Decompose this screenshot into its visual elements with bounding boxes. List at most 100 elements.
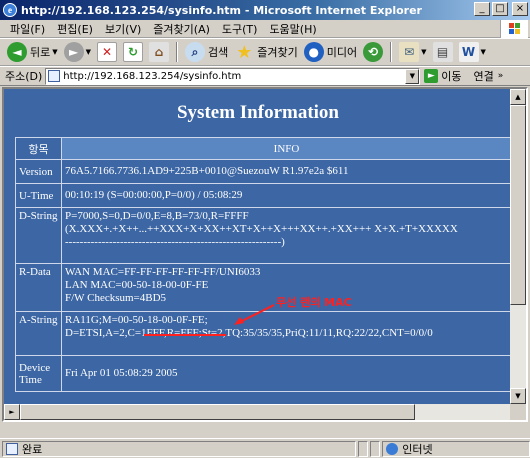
row-value: RA11G;M=00-50-18-00-0F-FE; D=ETSI,A=2,C=… xyxy=(61,311,512,356)
horizontal-scrollbar[interactable]: ◄ ► xyxy=(4,404,510,420)
print-icon: ▤ xyxy=(432,42,453,62)
row-value: Fri Apr 01 05:08:29 2005 xyxy=(61,355,512,392)
search-button[interactable]: ⌕ 검색 xyxy=(182,40,231,64)
scroll-up-icon[interactable]: ▲ xyxy=(510,89,526,105)
forward-dropdown-icon[interactable]: ▼ xyxy=(86,48,91,56)
page-title: System Information xyxy=(176,102,340,123)
minimize-button[interactable]: _ xyxy=(474,2,490,16)
refresh-toolbar-button[interactable]: ↻ xyxy=(120,40,146,64)
go-arrow-icon: ► xyxy=(424,69,439,83)
value-line: ----------------------------------------… xyxy=(65,236,285,248)
home-icon: ⌂ xyxy=(149,42,170,62)
forward-button[interactable]: ► ▼ xyxy=(61,40,94,64)
go-label: 이동 xyxy=(441,70,462,83)
vertical-scroll-thumb[interactable] xyxy=(510,105,526,305)
horizontal-scroll-thumb[interactable] xyxy=(20,404,415,420)
back-dropdown-icon[interactable]: ▼ xyxy=(52,48,57,56)
menu-file[interactable]: 파일(F) xyxy=(4,21,51,37)
toolbar-separator xyxy=(390,42,393,62)
toolbar-separator xyxy=(176,42,179,62)
row-value: 00:10:19 (S=00:00:00,P=0/0) / 05:08:29 xyxy=(61,183,512,208)
status-pane xyxy=(358,440,369,457)
table-row: Device Time Fri Apr 01 05:08:29 2005 xyxy=(15,355,512,392)
menu-favorites[interactable]: 즐겨찾기(A) xyxy=(147,21,216,37)
status-bar: 완료 인터넷 xyxy=(0,438,530,458)
page-icon xyxy=(48,70,61,82)
title-bar: e http://192.168.123.254/sysinfo.htm - M… xyxy=(0,0,530,20)
links-label[interactable]: 연결 xyxy=(474,68,494,84)
annotation-arrow-icon xyxy=(234,304,275,325)
value-line: (X.XXX+.+X++...++XXX+X+XX++XT+X++X+++XX+… xyxy=(65,223,458,235)
back-label: 뒤로 xyxy=(30,46,51,59)
header-item: 항목 xyxy=(15,137,62,160)
page-body: System Information 항목 INFO Version 76A5.… xyxy=(4,89,512,420)
row-label: R-Data xyxy=(15,263,62,312)
edit-icon: W xyxy=(458,42,479,62)
menu-bar: 파일(F) 편집(E) 보기(V) 즐겨찾기(A) 도구(T) 도움말(H) xyxy=(0,20,530,38)
search-label: 검색 xyxy=(208,46,229,59)
table-row: Version 76A5.7166.7736.1AD9+225B+0010@Su… xyxy=(15,159,512,184)
zone-text: 인터넷 xyxy=(402,442,433,456)
stop-icon: ✕ xyxy=(97,42,118,62)
address-input[interactable]: http://192.168.123.254/sysinfo.htm ▼ xyxy=(45,67,421,85)
browser-viewport: System Information 항목 INFO Version 76A5.… xyxy=(2,87,528,422)
row-label: U-Time xyxy=(15,183,62,208)
star-icon: ★ xyxy=(236,41,253,63)
status-zone: 인터넷 xyxy=(382,440,530,457)
row-label: Version xyxy=(15,159,62,184)
mail-icon: ✉ xyxy=(399,42,420,62)
forward-arrow-icon: ► xyxy=(63,42,84,62)
row-value: 76A5.7166.7736.1AD9+225B+0010@SuezouW R1… xyxy=(61,159,512,184)
scroll-down-icon[interactable]: ▼ xyxy=(510,388,526,404)
refresh-icon: ↻ xyxy=(123,42,144,62)
value-line: D=ETSI,A=2,C=1FFF,R=FFF;St=2,TQ:35/35/35… xyxy=(65,327,433,339)
row-label: A-String xyxy=(15,311,62,356)
toolbar: ◄ 뒤로 ▼ ► ▼ ✕ ↻ ⌂ ⌕ 검색 ★ 즐겨찾기 ● 미디어 ⟲ ✉ ▼… xyxy=(0,38,530,66)
media-icon: ● xyxy=(303,42,324,62)
maximize-button[interactable]: □ xyxy=(492,2,508,16)
history-icon: ⟲ xyxy=(363,42,384,62)
scrollbar-corner xyxy=(510,404,526,420)
row-label: D-String xyxy=(15,207,62,264)
windows-logo-icon xyxy=(500,20,528,38)
home-button[interactable]: ⌂ xyxy=(146,40,172,64)
menu-edit[interactable]: 편집(E) xyxy=(51,21,99,37)
media-button[interactable]: ● 미디어 xyxy=(301,40,360,64)
menu-help[interactable]: 도움말(H) xyxy=(263,21,322,37)
table-row: D-String P=7000,S=0,D=0/0,E=8,B=73/0,R=F… xyxy=(15,207,512,264)
value-line: WAN MAC=FF-FF-FF-FF-FF-FF/UNI6033 xyxy=(65,266,261,278)
value-line: RA11G;M=00-50-18-00-0F-FE; xyxy=(65,314,208,326)
value-line: 00:10:19 (S=00:00:00,P=0/0) / 05:08:29 xyxy=(65,189,243,201)
row-label: Device Time xyxy=(15,355,62,392)
address-label: 주소(D) xyxy=(5,70,43,83)
back-button[interactable]: ◄ 뒤로 ▼ xyxy=(4,40,61,64)
internet-globe-icon xyxy=(386,442,399,455)
ie-logo-icon: e xyxy=(3,3,17,17)
value-line: Fri Apr 01 05:08:29 2005 xyxy=(65,367,178,379)
annotation-label: 무선 랜의 MAC xyxy=(276,296,352,309)
links-chevron-icon[interactable]: » xyxy=(498,71,504,81)
status-pane xyxy=(370,440,381,457)
stop-button[interactable]: ✕ xyxy=(94,40,120,64)
edit-dropdown-icon[interactable]: ▼ xyxy=(481,48,486,56)
go-button[interactable]: ► 이동 xyxy=(424,68,462,84)
mail-button[interactable]: ✉ ▼ xyxy=(396,40,429,64)
vertical-scrollbar[interactable]: ▲ ▼ xyxy=(510,89,526,404)
edit-button[interactable]: W ▼ xyxy=(456,40,489,64)
address-dropdown-icon[interactable]: ▼ xyxy=(405,68,420,84)
close-button[interactable]: × xyxy=(512,2,528,16)
address-url[interactable]: http://192.168.123.254/sysinfo.htm xyxy=(63,71,241,82)
menu-view[interactable]: 보기(V) xyxy=(99,21,147,37)
value-line: 76A5.7166.7736.1AD9+225B+0010@SuezouW R1… xyxy=(65,165,349,177)
print-button[interactable]: ▤ xyxy=(430,40,456,64)
menu-tools[interactable]: 도구(T) xyxy=(216,21,264,37)
table-header-row: 항목 INFO xyxy=(15,137,512,160)
address-bar: 주소(D) http://192.168.123.254/sysinfo.htm… xyxy=(0,66,530,86)
scroll-right-icon[interactable]: ► xyxy=(4,404,20,420)
value-line: P=7000,S=0,D=0/0,E=8,B=73/0,R=FFFF xyxy=(65,210,249,222)
header-info: INFO xyxy=(61,137,512,160)
media-label: 미디어 xyxy=(326,46,358,59)
history-button[interactable]: ⟲ xyxy=(360,40,386,64)
mail-dropdown-icon[interactable]: ▼ xyxy=(421,48,426,56)
favorites-button[interactable]: ★ 즐겨찾기 xyxy=(231,40,300,64)
